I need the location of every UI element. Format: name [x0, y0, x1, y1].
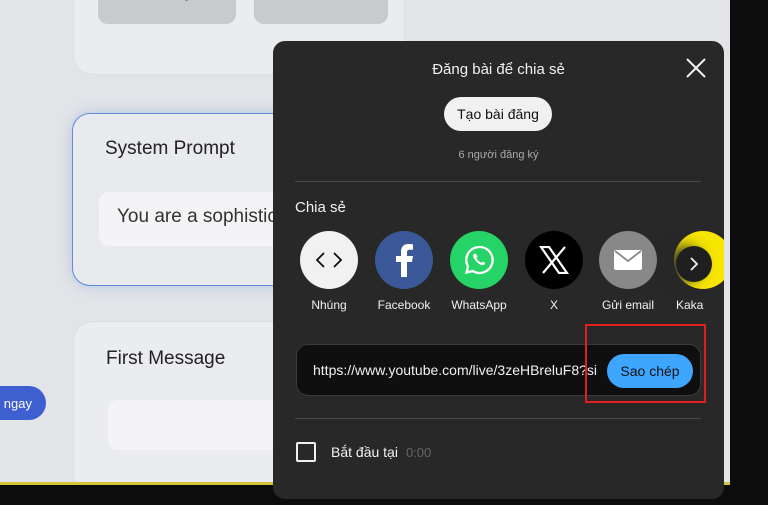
create-post-button[interactable]: Tạo bài đăng — [444, 97, 552, 131]
share-email-label: Gửi email — [601, 298, 655, 312]
facebook-icon — [375, 231, 433, 289]
share-embed[interactable]: Nhúng — [294, 231, 364, 312]
modal-title: Đăng bài để chia sẻ — [432, 61, 565, 78]
share-email[interactable]: Gửi email — [593, 231, 663, 312]
share-facebook-label: Facebook — [377, 298, 431, 312]
start-at-checkbox[interactable] — [296, 442, 316, 462]
share-whatsapp[interactable]: WhatsApp — [444, 231, 514, 312]
share-x[interactable]: X — [519, 231, 589, 312]
share-x-label: X — [549, 298, 558, 312]
divider — [295, 181, 701, 182]
prompt-button[interactable]: Prompt — [98, 0, 236, 24]
copy-button-highlight — [585, 324, 706, 403]
ngay-button[interactable]: ngay — [0, 386, 46, 420]
share-embed-label: Nhúng — [311, 298, 347, 312]
share-kakao-label: Kaka — [676, 298, 704, 312]
embed-icon — [300, 231, 358, 289]
share-whatsapp-label: WhatsApp — [451, 298, 507, 312]
divider — [295, 418, 701, 419]
share-url[interactable]: https://www.youtube.com/live/3zeHBreluF8… — [313, 362, 597, 378]
share-modal: Đăng bài để chia sẻ Tạo bài đăng 6 người… — [273, 41, 724, 499]
server-button[interactable]: Server — [254, 0, 388, 24]
share-label: Chia sẻ — [295, 199, 346, 216]
system-prompt-title: System Prompt — [105, 138, 235, 159]
whatsapp-icon — [450, 231, 508, 289]
chevron-right-icon[interactable] — [676, 246, 712, 282]
subscriber-count: 6 người đăng ký — [458, 149, 539, 161]
start-at-time[interactable]: 0:00 — [406, 445, 431, 460]
first-message-title: First Message — [106, 348, 226, 369]
start-at-label: Bắt đầu tại — [331, 444, 398, 460]
share-facebook[interactable]: Facebook — [369, 231, 439, 312]
start-at-row: Bắt đầu tại 0:00 — [296, 441, 431, 463]
x-icon — [525, 231, 583, 289]
email-icon — [599, 231, 657, 289]
